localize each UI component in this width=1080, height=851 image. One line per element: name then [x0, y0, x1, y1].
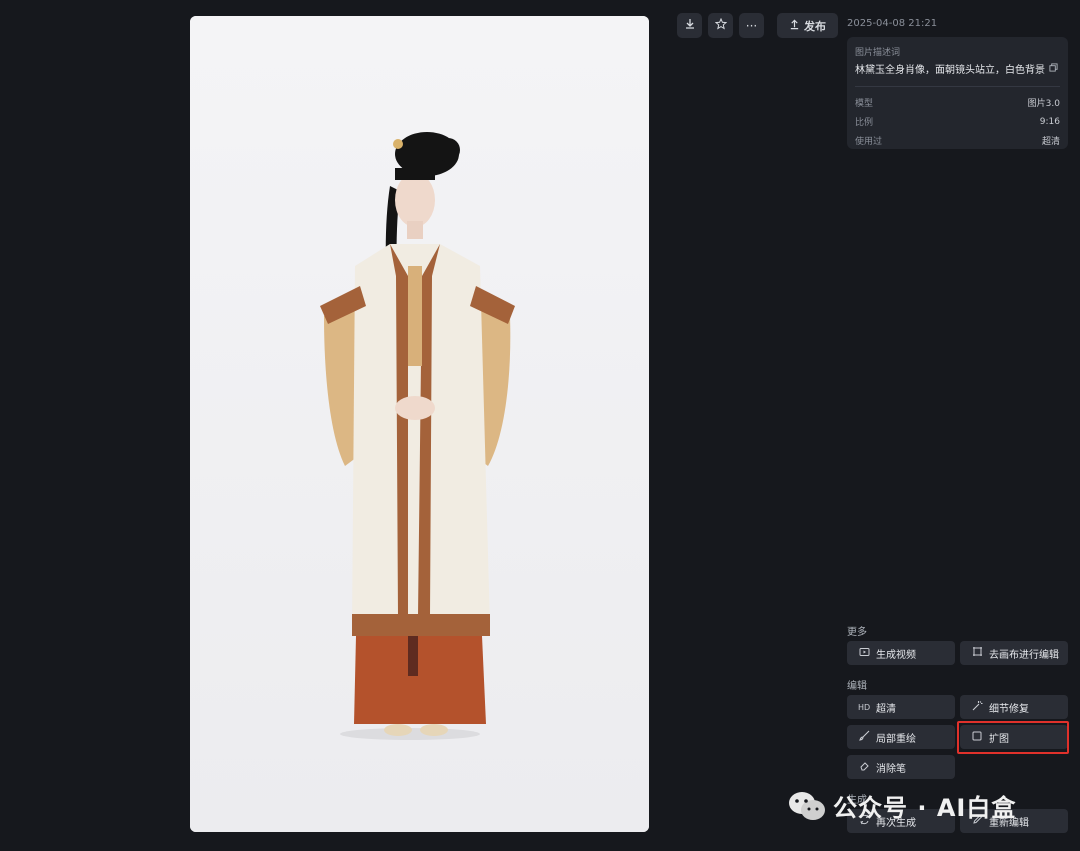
image-toolbar: ··· 发布	[677, 13, 838, 38]
copy-icon[interactable]	[1049, 62, 1058, 75]
meta-row-model: 模型 图片3.0	[855, 99, 1060, 109]
meta-row-ratio: 比例 9:16	[855, 116, 1060, 129]
upload-icon	[789, 19, 800, 33]
divider	[855, 86, 1060, 87]
more-icon: ···	[745, 18, 758, 33]
video-icon	[858, 647, 870, 660]
watermark-text: 公众号 · AI白盒	[833, 794, 1017, 822]
app-canvas: ··· 发布 2025-04-08 21:21 图片描述词 林黛玉全身肖像，面朝…	[0, 0, 1080, 851]
eraser-button[interactable]: 消除笔	[847, 755, 955, 779]
portrait-illustration	[190, 16, 649, 832]
wechat-watermark: 公众号 · AI白盒	[787, 788, 1016, 823]
generate-video-button[interactable]: 生成视频	[847, 641, 955, 665]
favorite-button[interactable]	[708, 13, 733, 38]
inpaint-button[interactable]: 局部重绘	[847, 725, 955, 749]
download-button[interactable]	[677, 13, 702, 38]
brush-icon	[858, 730, 870, 744]
canvas-edit-button[interactable]: 去画布进行编辑	[960, 641, 1068, 665]
magic-wand-icon	[971, 700, 983, 714]
detail-fix-button[interactable]: 细节修复	[960, 695, 1068, 719]
outpaint-highlight-box	[957, 721, 1069, 754]
timestamp: 2025-04-08 21:21	[847, 18, 938, 29]
generated-image[interactable]	[190, 16, 649, 832]
more-button[interactable]: ···	[739, 13, 764, 38]
wechat-icon	[787, 790, 827, 822]
publish-button[interactable]: 发布	[777, 13, 838, 38]
prompt-label: 图片描述词	[855, 48, 901, 58]
publish-label: 发布	[804, 19, 826, 33]
eraser-icon	[858, 760, 870, 774]
hd-icon: HD	[858, 702, 871, 712]
meta-row-used: 使用过 超清	[855, 137, 1060, 147]
prompt-row: 林黛玉全身肖像，面朝镜头站立，白色背景	[855, 61, 1060, 76]
upscale-button[interactable]: HD 超清	[847, 695, 955, 719]
edit-section-title: 编辑	[847, 681, 867, 692]
info-card: 图片描述词 林黛玉全身肖像，面朝镜头站立，白色背景 模型 图片3.0 比例 9:…	[847, 37, 1068, 149]
prompt-text: 林黛玉全身肖像，面朝镜头站立，白色背景	[855, 65, 1045, 76]
download-icon	[684, 18, 696, 33]
more-section-title: 更多	[847, 627, 867, 638]
star-icon	[714, 17, 727, 33]
canvas-icon	[971, 646, 983, 660]
